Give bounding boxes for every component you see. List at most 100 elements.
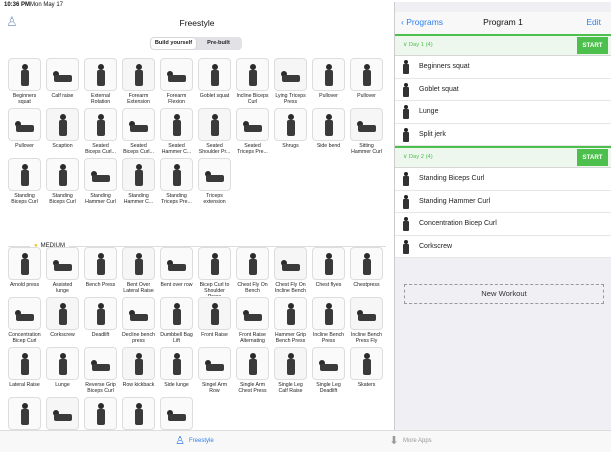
list-item[interactable]: Standing Hammer Curl bbox=[395, 190, 611, 213]
day-2-header[interactable]: ∨ Day 2 (4) START bbox=[395, 146, 611, 168]
edit-button[interactable]: Edit bbox=[586, 17, 601, 27]
list-item[interactable]: Concentration Bicep Curl bbox=[395, 213, 611, 236]
exercise-tile[interactable]: Standing Triceps Pre... bbox=[160, 158, 193, 207]
exercise-label: Forearm Flexion bbox=[166, 93, 187, 106]
exercise-tile[interactable]: Incline Bench Press bbox=[312, 297, 345, 346]
exercise-tile[interactable]: Incline Biceps Curl bbox=[236, 58, 269, 107]
exercise-label: Decline bench press bbox=[122, 332, 155, 345]
exercise-tile[interactable]: Chest Fly On Bench bbox=[236, 247, 269, 296]
segment-build-yourself[interactable]: Build yourself bbox=[151, 38, 196, 49]
exercise-figure-icon bbox=[46, 108, 79, 141]
exercise-figure-icon bbox=[8, 397, 41, 430]
exercise-tile[interactable]: Corkscrew bbox=[46, 297, 79, 346]
exercise-tile[interactable]: Skaters bbox=[350, 347, 383, 396]
exercise-tile[interactable]: Shrugs bbox=[274, 108, 307, 157]
exercise-tile[interactable]: Pullover bbox=[312, 58, 345, 107]
exercise-tile[interactable] bbox=[160, 397, 193, 430]
exercise-tile[interactable]: Chest Fly On Incline Bench bbox=[274, 247, 307, 296]
exercise-tile[interactable]: Hammer Grip Bench Press bbox=[274, 297, 307, 346]
exercise-tile[interactable]: Bench Press bbox=[84, 247, 117, 296]
exercise-tile[interactable]: Triceps extension bbox=[198, 158, 231, 207]
day-2-start-button[interactable]: START bbox=[577, 149, 608, 166]
exercise-tile[interactable]: Single Leg Deadlift bbox=[312, 347, 345, 396]
list-item[interactable]: Goblet squat bbox=[395, 78, 611, 101]
exercise-tile[interactable]: External Rotation bbox=[84, 58, 117, 107]
exercise-tile[interactable]: Decline bench press bbox=[122, 297, 155, 346]
exercise-tile[interactable]: Front Raise Alternating bbox=[236, 297, 269, 346]
exercise-tile[interactable]: Single Arm Chest Press bbox=[236, 347, 269, 396]
exercise-tile[interactable]: Front Raise bbox=[198, 297, 231, 346]
exercise-tile[interactable] bbox=[84, 397, 117, 430]
exercise-figure-icon bbox=[401, 82, 411, 97]
exercise-tile[interactable]: Reverse Grip Biceps Curl bbox=[84, 347, 117, 396]
segment-pre-built[interactable]: Pre-built bbox=[196, 38, 241, 49]
program-header: ‹ Programs Program 1 Edit bbox=[395, 12, 611, 34]
exercise-figure-icon bbox=[274, 108, 307, 141]
exercise-label: Standing Hammer Curl bbox=[85, 193, 116, 206]
list-item[interactable]: Beginners squat bbox=[395, 56, 611, 79]
exercise-tile[interactable]: Seated Biceps Curl... bbox=[84, 108, 117, 157]
exercise-tile[interactable] bbox=[46, 397, 79, 430]
exercise-label: Single Leg Calf Raise bbox=[278, 382, 303, 395]
exercise-label: Bent Over Lateral Raise bbox=[123, 282, 154, 295]
exercise-tile[interactable]: Row kickback bbox=[122, 347, 155, 396]
list-item[interactable]: Lunge bbox=[395, 101, 611, 124]
exercise-tile[interactable]: Bent Over Lateral Raise bbox=[122, 247, 155, 296]
exercise-tile[interactable]: Side bend bbox=[312, 108, 345, 157]
exercise-tile[interactable]: Forearm Extension bbox=[122, 58, 155, 107]
exercise-tile[interactable]: Dumbbell Bag Lift bbox=[160, 297, 193, 346]
exercise-tile[interactable]: Singel Arm Row bbox=[198, 347, 231, 396]
exercise-tile[interactable]: Seated Shoulder Pr... bbox=[198, 108, 231, 157]
exercise-tile[interactable]: Arnold press bbox=[8, 247, 41, 296]
exercise-tile[interactable]: Calf raise bbox=[46, 58, 79, 107]
new-workout-button[interactable]: New Workout bbox=[404, 284, 604, 304]
list-item[interactable]: Corkscrew bbox=[395, 235, 611, 258]
exercise-label: Seated Triceps Pre... bbox=[237, 143, 268, 156]
exercise-figure-icon bbox=[84, 347, 117, 380]
exercise-tile[interactable]: Seated Triceps Pre... bbox=[236, 108, 269, 157]
freestyle-title: Freestyle bbox=[179, 18, 215, 28]
list-item[interactable]: Split jerk bbox=[395, 123, 611, 146]
exercise-tile[interactable] bbox=[122, 397, 155, 430]
exercise-name: Standing Hammer Curl bbox=[419, 197, 491, 205]
exercise-tile[interactable]: Standing Biceps Curl bbox=[46, 158, 79, 207]
exercise-tile[interactable]: Goblet squat bbox=[198, 58, 231, 107]
exercise-tile[interactable]: Seated Hammer C... bbox=[160, 108, 193, 157]
exercise-tile[interactable] bbox=[8, 397, 41, 430]
exercise-tile[interactable]: Single Leg Calf Raise bbox=[274, 347, 307, 396]
exercise-tile[interactable]: Deadlift bbox=[84, 297, 117, 346]
list-item[interactable]: Standing Biceps Curl bbox=[395, 168, 611, 191]
day-1-header[interactable]: ∨ Day 1 (4) START bbox=[395, 34, 611, 56]
exercise-tile[interactable]: Pullover bbox=[350, 58, 383, 107]
exercise-tile[interactable]: Chestpress bbox=[350, 247, 383, 296]
exercise-tile[interactable]: Sitting Hammer Curl bbox=[350, 108, 383, 157]
exercise-tile[interactable]: Bicep Curl to Shoulder Press bbox=[198, 247, 231, 296]
exercise-tile[interactable]: Bent over row bbox=[160, 247, 193, 296]
exercise-tile[interactable]: Forearm Flexion bbox=[160, 58, 193, 107]
exercise-figure-icon bbox=[401, 60, 411, 74]
exercise-label: Pullover bbox=[15, 143, 34, 149]
tab-freestyle[interactable]: ♙ Freestyle bbox=[175, 434, 214, 448]
exercise-tile[interactable]: Concentration Bicep Curl bbox=[8, 297, 41, 346]
program-pane: ‹ Programs Program 1 Edit ∨ Day 1 (4) ST… bbox=[394, 12, 611, 430]
exercise-tile[interactable]: Standing Hammer C... bbox=[122, 158, 155, 207]
exercise-tile[interactable]: Lying Triceps Press bbox=[274, 58, 307, 107]
exercise-figure-icon bbox=[350, 347, 383, 380]
exercise-tile[interactable]: Scaption bbox=[46, 108, 79, 157]
exercise-tile[interactable]: Seated Biceps Curl... bbox=[122, 108, 155, 157]
mode-segmented-control: Build yourself Pre-built bbox=[150, 37, 242, 50]
exercise-label: Incline Biceps Curl bbox=[236, 93, 269, 106]
exercise-tile[interactable]: Pullover bbox=[8, 108, 41, 157]
exercise-tile[interactable]: Incline Bench Press Fly bbox=[350, 297, 383, 346]
day-1-start-button[interactable]: START bbox=[577, 37, 608, 54]
exercise-tile[interactable]: Lateral Raise bbox=[8, 347, 41, 396]
exercise-tile[interactable]: Lunge bbox=[46, 347, 79, 396]
tab-more-apps[interactable]: ⬇ More Apps bbox=[389, 434, 431, 448]
exercise-tile[interactable]: Assisted lunge bbox=[46, 247, 79, 296]
day-1-label: ∨ Day 1 (4) bbox=[403, 42, 433, 48]
exercise-tile[interactable]: Standing Biceps Curl bbox=[8, 158, 41, 207]
exercise-tile[interactable]: Standing Hammer Curl bbox=[84, 158, 117, 207]
exercise-tile[interactable]: Beginners squat bbox=[8, 58, 41, 107]
exercise-tile[interactable]: Chest flyes bbox=[312, 247, 345, 296]
exercise-tile[interactable]: Side lunge bbox=[160, 347, 193, 396]
